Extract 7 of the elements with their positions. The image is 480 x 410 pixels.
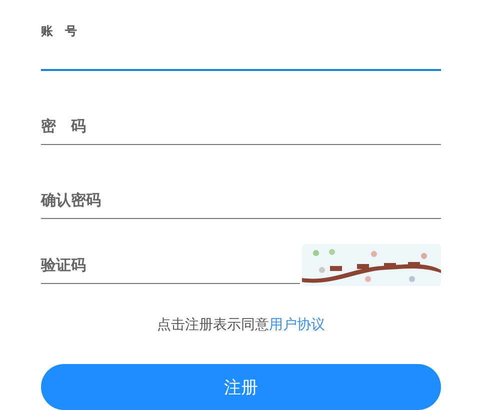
input-field[interactable]: 确认密码 [41,164,441,219]
input-field[interactable]: 密 码 [41,90,441,145]
input-field[interactable]: 验证码 [41,238,300,284]
agreement-text: 点击注册表示同意用户协议 [156,316,326,334]
user-agreement-link[interactable]: 用户协议 [269,317,325,333]
input-field[interactable]: 账 号 [41,20,441,71]
register-button[interactable]: 注册 [41,364,441,410]
